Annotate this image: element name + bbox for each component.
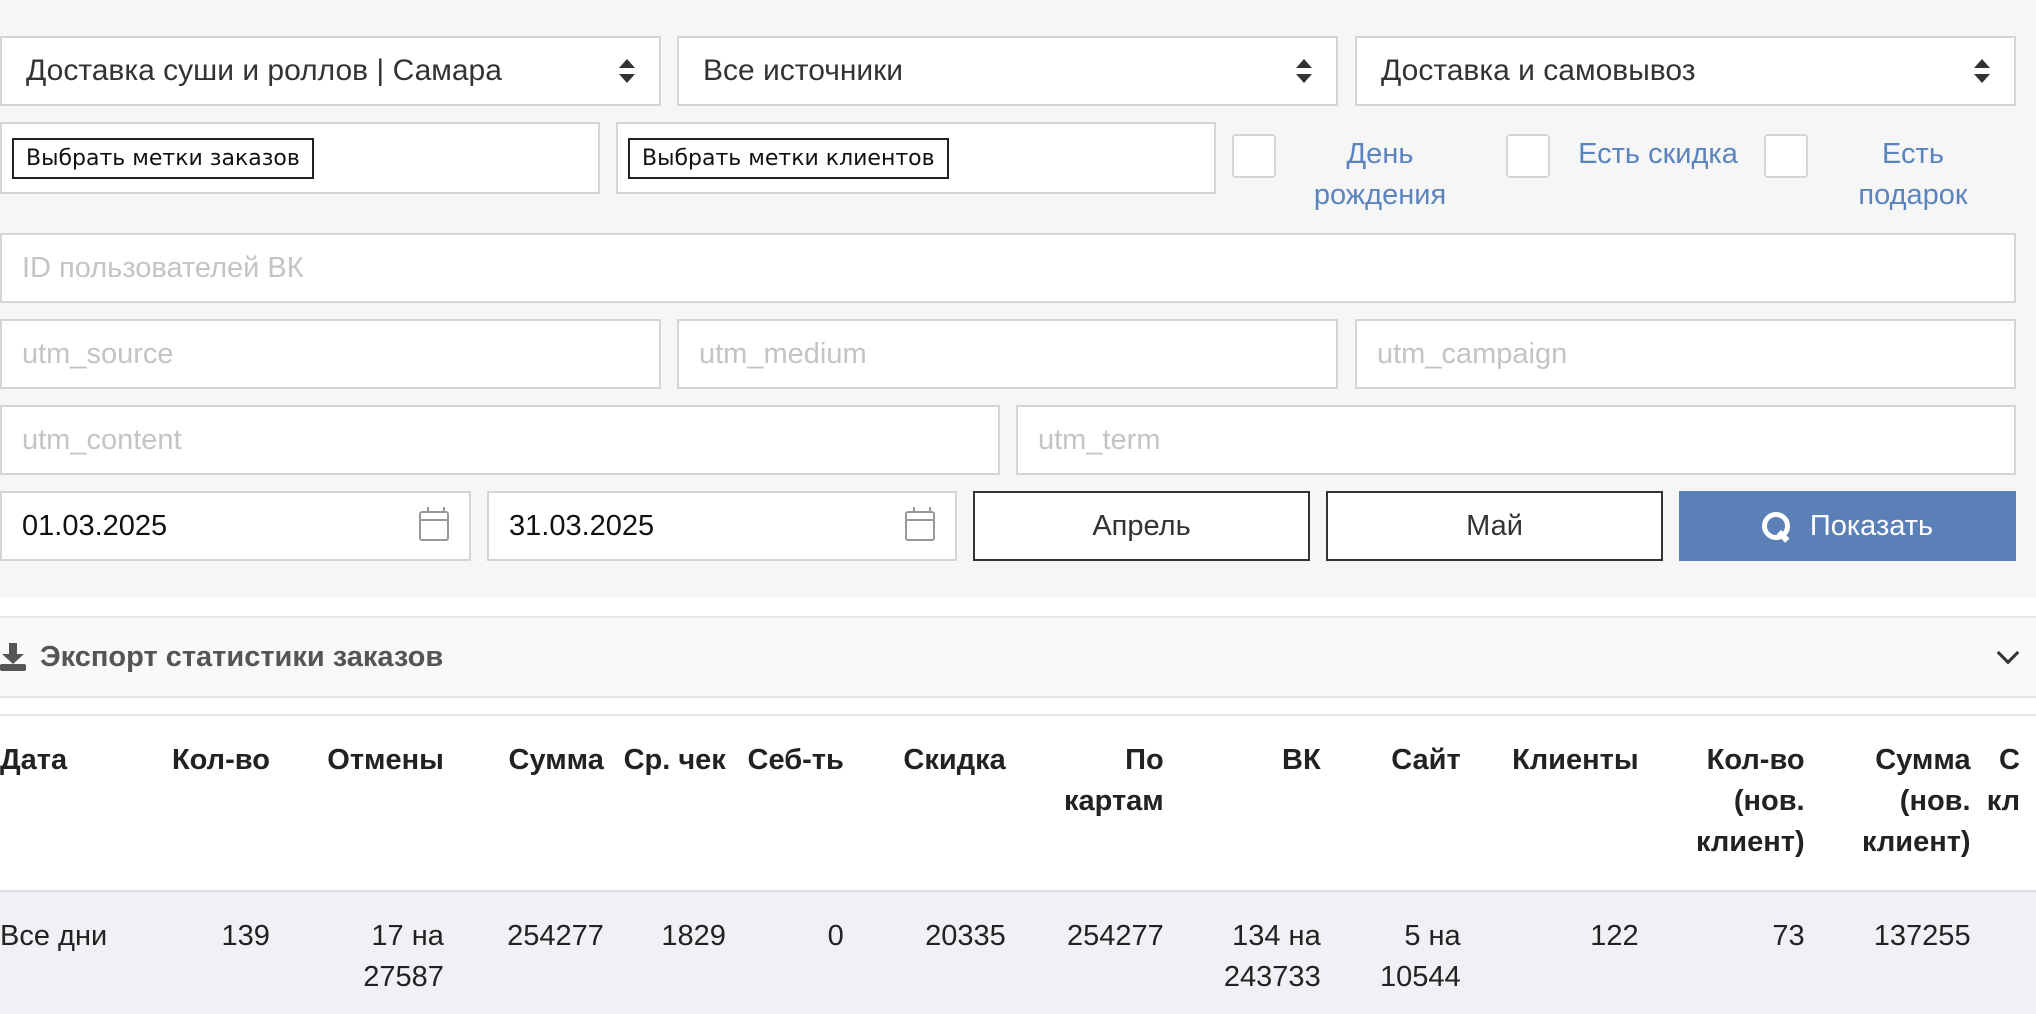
sort-arrows-icon xyxy=(1296,59,1312,83)
table-cell: 254277 xyxy=(1021,891,1180,1014)
column-header[interactable]: Отмены xyxy=(285,714,460,892)
discount-label: Есть скидка xyxy=(1578,138,1738,170)
date-to-value: 31.03.2025 xyxy=(509,509,655,542)
table-cell: 20335 xyxy=(859,891,1022,1014)
stats-table-body: Все дни 139 17 на 27587 254277 1829 0 20335 254… xyxy=(0,891,2036,1014)
stats-table-header: Дата Кол-во Отмены Сумма Ср. чек Себ-ть Скидка… xyxy=(0,714,2036,892)
column-header[interactable]: Себ-ть xyxy=(741,714,860,892)
stats-table: Дата Кол-во Отмены Сумма Ср. чек Себ-ть Скидка… xyxy=(0,714,2036,1014)
vk-ids-input[interactable]: ID пользователей ВК xyxy=(0,233,2016,303)
table-cell: 137255 xyxy=(1820,891,1987,1014)
select-order-tags-button[interactable]: Выбрать метки заказов xyxy=(12,137,314,179)
column-header[interactable]: По картам xyxy=(1021,714,1180,892)
utm-content-placeholder: utm_content xyxy=(22,423,182,456)
calendar-icon[interactable] xyxy=(419,507,449,541)
column-header[interactable]: Сумма (нов. клиент) xyxy=(1820,714,1987,892)
table-cell xyxy=(1986,891,2036,1014)
calendar-icon[interactable] xyxy=(905,507,935,541)
utm-medium-input[interactable]: utm_medium xyxy=(677,319,1338,389)
download-icon xyxy=(0,643,26,671)
export-title: Экспорт статистики заказов xyxy=(40,640,444,673)
utm-source-placeholder: utm_source xyxy=(22,337,174,370)
column-header[interactable]: Скидка xyxy=(859,714,1022,892)
column-header[interactable]: ВК xyxy=(1179,714,1337,892)
date-from-value: 01.03.2025 xyxy=(22,509,168,542)
table-cell: 254277 xyxy=(459,891,620,1014)
date-from-input[interactable]: 01.03.2025 xyxy=(0,491,471,561)
table-cell: 1829 xyxy=(619,891,742,1014)
table-row: Все дни 139 17 на 27587 254277 1829 0 20335 254… xyxy=(0,891,2036,1014)
select-client-tags-button[interactable]: Выбрать метки клиентов xyxy=(628,137,949,179)
show-button[interactable]: Показать xyxy=(1679,491,2016,561)
birthday-label: День рождения xyxy=(1313,138,1447,211)
table-cell: 122 xyxy=(1476,891,1655,1014)
column-header[interactable]: Ср. чек xyxy=(619,714,742,892)
sort-arrows-icon xyxy=(619,59,635,83)
filters-panel: Доставка суши и роллов | Самара Все исто… xyxy=(0,0,2036,598)
table-cell: 0 xyxy=(741,891,860,1014)
column-header[interactable]: Кол-во (нов. клиент) xyxy=(1654,714,1821,892)
date-to-input[interactable]: 31.03.2025 xyxy=(487,491,957,561)
table-cell: 17 на 27587 xyxy=(285,891,460,1014)
sort-arrows-icon xyxy=(1974,59,1990,83)
table-cell: 5 на 10544 xyxy=(1336,891,1477,1014)
utm-campaign-placeholder: utm_campaign xyxy=(1377,337,1568,370)
column-header[interactable]: С кл xyxy=(1986,714,2036,892)
gift-label: Есть подарок xyxy=(1858,138,1968,211)
discount-checkbox[interactable] xyxy=(1506,134,1550,178)
search-icon xyxy=(1761,512,1790,540)
table-cell: 134 на 243733 xyxy=(1179,891,1337,1014)
utm-content-input[interactable]: utm_content xyxy=(0,405,1000,475)
vk-ids-placeholder: ID пользователей ВК xyxy=(22,251,304,284)
april-button[interactable]: Апрель xyxy=(973,491,1310,561)
delivery-select-value: Доставка и самовывоз xyxy=(1381,54,1696,87)
column-header[interactable]: Дата xyxy=(0,714,140,892)
table-cell: 139 xyxy=(139,891,286,1014)
utm-source-input[interactable]: utm_source xyxy=(0,319,661,389)
client-tags-box: Выбрать метки клиентов xyxy=(616,122,1216,194)
utm-medium-placeholder: utm_medium xyxy=(699,337,867,370)
utm-term-placeholder: utm_term xyxy=(1038,423,1161,456)
export-accordion[interactable]: Экспорт статистики заказов xyxy=(0,616,2036,698)
chevron-down-icon[interactable] xyxy=(1996,641,2020,665)
source-select-value: Все источники xyxy=(703,54,904,87)
gift-checkbox[interactable] xyxy=(1764,134,1808,178)
order-tags-box: Выбрать метки заказов xyxy=(0,122,600,194)
column-header[interactable]: Сайт xyxy=(1336,714,1477,892)
show-button-label: Показать xyxy=(1809,509,1934,542)
birthday-checkbox[interactable] xyxy=(1232,134,1276,178)
statistics-page: Доставка суши и роллов | Самара Все исто… xyxy=(0,0,2036,1014)
table-cell: 73 xyxy=(1654,891,1821,1014)
restaurant-select-value: Доставка суши и роллов | Самара xyxy=(26,54,502,87)
table-cell: Все дни xyxy=(0,891,140,1014)
column-header[interactable]: Клиенты xyxy=(1476,714,1655,892)
column-header[interactable]: Кол-во xyxy=(139,714,286,892)
header-row: Дата Кол-во Отмены Сумма Ср. чек Себ-ть Скидка… xyxy=(0,714,2036,892)
delivery-select[interactable]: Доставка и самовывоз xyxy=(1355,36,2016,106)
column-header[interactable]: Сумма xyxy=(459,714,620,892)
utm-term-input[interactable]: utm_term xyxy=(1016,405,2016,475)
utm-campaign-input[interactable]: utm_campaign xyxy=(1355,319,2016,389)
restaurant-select[interactable]: Доставка суши и роллов | Самара xyxy=(0,36,661,106)
source-select[interactable]: Все источники xyxy=(677,36,1338,106)
may-button[interactable]: Май xyxy=(1326,491,1663,561)
